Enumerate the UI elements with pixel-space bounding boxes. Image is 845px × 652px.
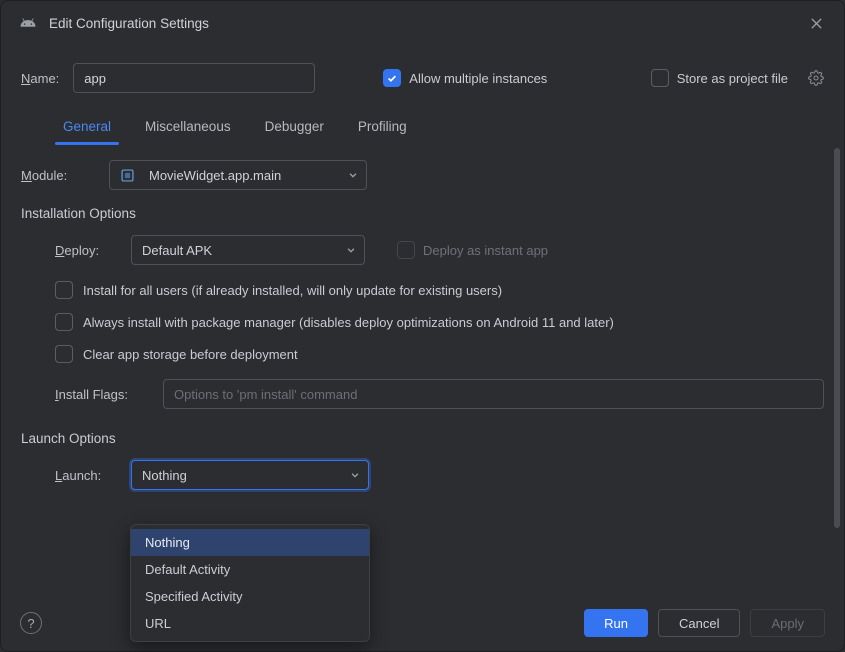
launch-dropdown: Nothing Default Activity Specified Activ… (130, 524, 370, 642)
content-pane: Module: MovieWidget.app.main Installatio… (1, 144, 844, 651)
launch-label: Launch: (55, 468, 117, 483)
allow-multiple-label: Allow multiple instances (409, 71, 547, 86)
launch-option-default-activity[interactable]: Default Activity (131, 556, 369, 583)
launch-option-specified-activity[interactable]: Specified Activity (131, 583, 369, 610)
opt-label: Clear app storage before deployment (83, 347, 298, 362)
deploy-instant-label: Deploy as instant app (423, 243, 548, 258)
opt-package-manager[interactable]: Always install with package manager (dis… (55, 313, 824, 331)
launch-row: Launch: Nothing (21, 460, 824, 490)
deploy-row: Deploy: Default APK Deploy as instant ap… (21, 235, 824, 265)
module-label: Module: (21, 168, 95, 183)
checkbox-icon (651, 69, 669, 87)
tab-debugger[interactable]: Debugger (263, 111, 326, 144)
help-button[interactable]: ? (20, 612, 42, 634)
checkbox-icon (397, 241, 415, 259)
deploy-value: Default APK (142, 243, 338, 258)
module-select[interactable]: MovieWidget.app.main (109, 160, 367, 190)
checkbox-icon (55, 281, 73, 299)
store-project-checkbox[interactable]: Store as project file (651, 69, 788, 87)
checkbox-icon (55, 313, 73, 331)
name-row: Name: Allow multiple instances Store as … (1, 45, 844, 111)
apply-button[interactable]: Apply (750, 609, 825, 637)
chevron-down-icon (350, 470, 360, 480)
launch-option-url[interactable]: URL (131, 610, 369, 637)
checkbox-checked-icon (383, 69, 401, 87)
installation-section-title: Installation Options (21, 206, 824, 221)
footer: ? Run Cancel Apply (0, 594, 845, 652)
tab-bar: General Miscellaneous Debugger Profiling (1, 111, 844, 144)
store-project-label: Store as project file (677, 71, 788, 86)
opt-label: Install for all users (if already instal… (83, 283, 502, 298)
scrollbar-thumb[interactable] (834, 148, 840, 528)
name-label: Name: (21, 71, 59, 86)
install-flags-input[interactable] (163, 379, 824, 409)
gear-icon[interactable] (808, 70, 824, 86)
chevron-down-icon (348, 170, 358, 180)
checkbox-icon (55, 345, 73, 363)
vertical-scrollbar[interactable] (834, 148, 840, 591)
deploy-label: Deploy: (55, 243, 117, 258)
close-icon[interactable] (806, 13, 826, 33)
android-icon (19, 14, 37, 32)
module-icon (120, 168, 135, 183)
name-input[interactable] (73, 63, 315, 93)
module-row: Module: MovieWidget.app.main (21, 160, 824, 190)
cancel-button[interactable]: Cancel (658, 609, 740, 637)
dialog: Edit Configuration Settings Name: Allow … (0, 0, 845, 652)
titlebar: Edit Configuration Settings (1, 1, 844, 45)
install-options-list: Install for all users (if already instal… (21, 281, 824, 363)
opt-label: Always install with package manager (dis… (83, 315, 614, 330)
tab-miscellaneous[interactable]: Miscellaneous (143, 111, 233, 144)
chevron-down-icon (346, 245, 356, 255)
install-flags-label: Install Flags: (55, 387, 149, 402)
tab-profiling[interactable]: Profiling (356, 111, 409, 144)
allow-multiple-checkbox[interactable]: Allow multiple instances (383, 69, 547, 87)
launch-select[interactable]: Nothing (131, 460, 369, 490)
dialog-title: Edit Configuration Settings (49, 16, 209, 31)
launch-section-title: Launch Options (21, 431, 824, 446)
run-button[interactable]: Run (584, 609, 648, 637)
launch-value: Nothing (142, 468, 342, 483)
opt-install-all-users[interactable]: Install for all users (if already instal… (55, 281, 824, 299)
module-value: MovieWidget.app.main (149, 168, 340, 183)
opt-clear-storage[interactable]: Clear app storage before deployment (55, 345, 824, 363)
tab-general[interactable]: General (61, 111, 113, 144)
launch-section: Launch Options Launch: Nothing (21, 431, 824, 490)
launch-option-nothing[interactable]: Nothing (131, 529, 369, 556)
deploy-instant-checkbox: Deploy as instant app (397, 241, 548, 259)
deploy-select[interactable]: Default APK (131, 235, 365, 265)
install-flags-row: Install Flags: (21, 379, 824, 409)
